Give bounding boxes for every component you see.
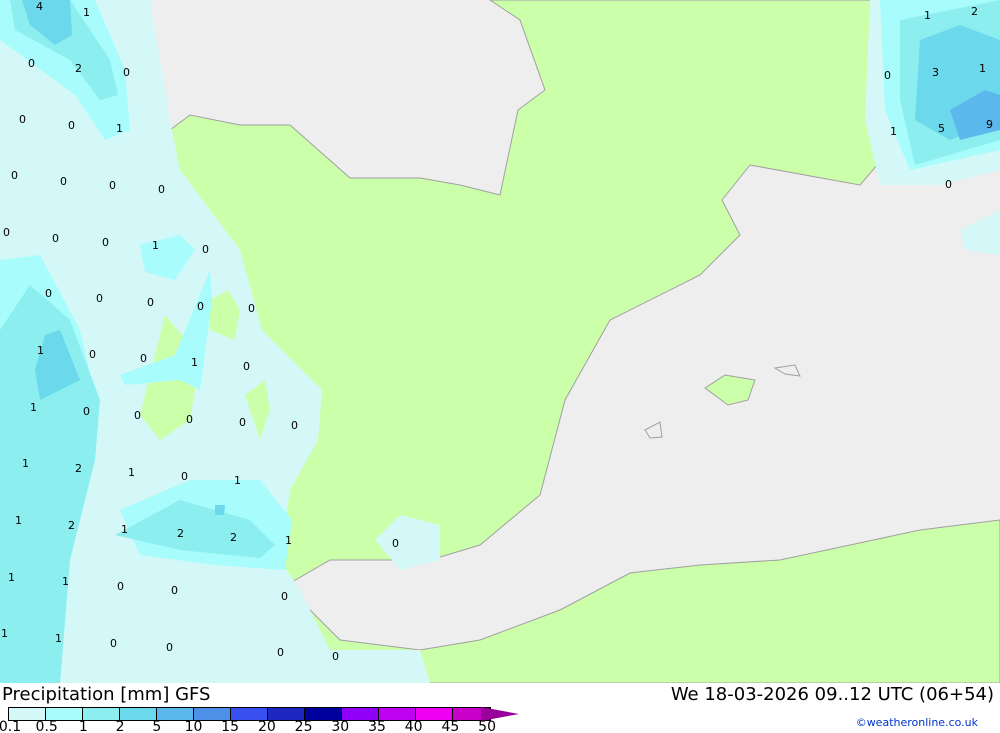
legend-tick-label: 2: [115, 719, 125, 733]
point-value: 0: [123, 66, 130, 79]
point-value: 0: [392, 537, 399, 550]
point-value: 1: [116, 122, 123, 135]
point-value: 1: [37, 344, 44, 357]
point-value: 5: [938, 122, 945, 135]
point-value: 2: [68, 519, 75, 532]
point-value: 1: [890, 125, 897, 138]
point-value: 0: [134, 409, 141, 422]
legend-tick-label: 30: [331, 719, 350, 733]
point-value: 1: [285, 534, 292, 547]
point-value: 0: [158, 183, 165, 196]
point-value: 0: [884, 69, 891, 82]
point-value: 0: [147, 296, 154, 309]
point-value: 0: [166, 641, 173, 654]
legend-tick-label: 35: [368, 719, 386, 733]
forecast-datetime: We 18-03-2026 09..12 UTC (06+54): [670, 684, 994, 705]
point-value: 0: [19, 113, 26, 126]
point-value: 0: [171, 584, 178, 597]
legend-tick-label: 20: [257, 719, 276, 733]
point-value: 0: [186, 413, 193, 426]
point-value: 0: [11, 169, 18, 182]
legend-tick-label: 50: [478, 719, 497, 733]
point-value: 0: [202, 243, 209, 256]
point-value: 0: [45, 287, 52, 300]
legend-tick-label: 0.5: [35, 719, 58, 733]
legend-tick-label: 15: [221, 719, 240, 733]
point-value: 1: [924, 9, 931, 22]
legend-swatch: [83, 708, 120, 720]
point-value: 0: [117, 580, 124, 593]
point-value: 0: [109, 179, 116, 192]
legend-tick-label: 25: [294, 719, 313, 733]
point-value: 0: [239, 416, 246, 429]
legend-tick-label: 45: [441, 719, 460, 733]
point-value: 0: [52, 232, 59, 245]
point-value: 0: [3, 226, 10, 239]
point-value: 1: [22, 457, 29, 470]
point-value: 0: [243, 360, 250, 373]
point-value: 0: [291, 419, 298, 432]
point-value: 1: [1, 627, 8, 640]
point-value: 1: [979, 62, 986, 75]
point-value: 0: [68, 119, 75, 132]
point-value: 3: [932, 66, 939, 79]
point-value: 0: [102, 236, 109, 249]
legend-tick-label: 40: [404, 719, 423, 733]
point-value: 0: [332, 650, 339, 663]
weather-map-view: 4102000100000001000000100101000001210112…: [0, 0, 1000, 733]
legend-tick-label: 10: [184, 719, 203, 733]
point-value: 1: [152, 239, 159, 252]
point-value: 1: [30, 401, 37, 414]
point-value: 1: [191, 356, 198, 369]
legend-tick-label: 1: [78, 719, 88, 733]
point-value: 2: [177, 527, 184, 540]
point-value: 0: [96, 292, 103, 305]
point-value: 0: [181, 470, 188, 483]
point-value: 0: [110, 637, 117, 650]
credit-link[interactable]: ©weatheronline.co.uk: [856, 716, 978, 729]
point-value: 1: [62, 575, 69, 588]
point-value: 1: [128, 466, 135, 479]
point-value: 9: [986, 118, 993, 131]
point-value: 4: [36, 0, 43, 13]
precipitation-map[interactable]: 4 1 0 2 0 0 0 1 0 0 0 0 0 0 0 1 0 0 0 0 0 0 1 0 0 1 0 1 0 0 0 0 0 1 2 1 0 1 1 2…: [0, 0, 1000, 683]
legend-tick-label: 0.1: [0, 719, 22, 733]
legend-tick-label: 5: [152, 719, 162, 733]
point-value: 0: [281, 590, 288, 603]
point-value: 2: [230, 531, 237, 544]
point-value: 0: [277, 646, 284, 659]
point-value: 0: [197, 300, 204, 313]
point-value: 0: [28, 57, 35, 70]
point-value: 1: [83, 6, 90, 19]
point-value: 1: [15, 514, 22, 527]
point-value: 2: [75, 462, 82, 475]
map-title: Precipitation [mm] GFS: [2, 684, 211, 705]
point-value: 0: [248, 302, 255, 315]
point-value: 0: [60, 175, 67, 188]
point-value: 1: [55, 632, 62, 645]
point-value: 0: [89, 348, 96, 361]
point-value: 2: [75, 62, 82, 75]
point-value: 1: [121, 523, 128, 536]
point-value: 0: [140, 352, 147, 365]
point-value: 0: [83, 405, 90, 418]
point-value: 2: [971, 5, 978, 18]
point-value: 0: [945, 178, 952, 191]
point-value: 1: [8, 571, 15, 584]
point-value: 1: [234, 474, 241, 487]
